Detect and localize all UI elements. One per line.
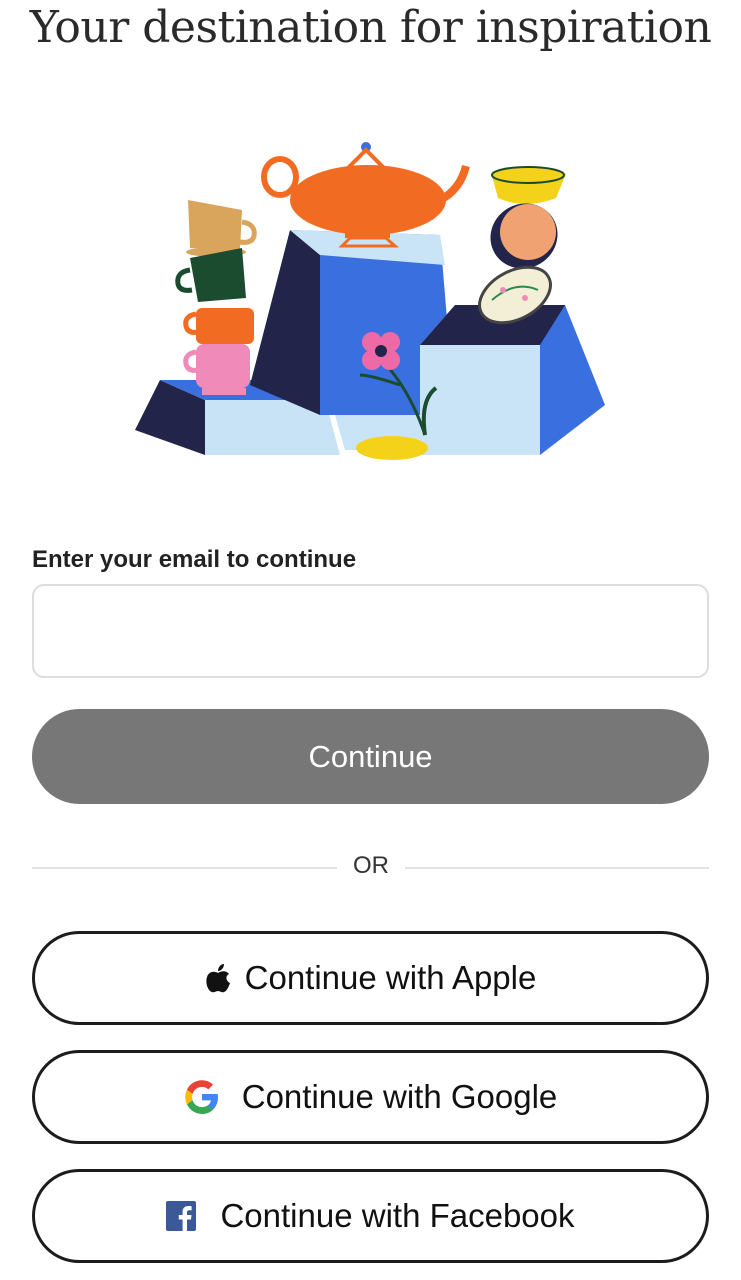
apple-button-label: Continue with Apple	[244, 959, 537, 996]
continue-button[interactable]: Continue	[32, 709, 709, 804]
email-label: Enter your email to continue	[32, 546, 357, 573]
page-title: Your destination for inspiration	[29, 2, 712, 53]
google-button-label: Continue with Google	[241, 1078, 558, 1115]
continue-with-apple-button[interactable]: Continue with Apple	[32, 931, 709, 1025]
divider-line-left	[32, 867, 337, 869]
divider-line-right	[405, 867, 709, 869]
continue-with-facebook-button[interactable]: Continue with Facebook	[32, 1169, 709, 1263]
apple-icon	[205, 963, 231, 993]
google-icon	[184, 1079, 220, 1115]
hero-illustration	[135, 142, 605, 460]
divider-label: OR	[353, 852, 389, 879]
facebook-icon	[166, 1201, 197, 1231]
or-divider: OR	[32, 848, 709, 888]
facebook-button-label: Continue with Facebook	[220, 1197, 575, 1234]
continue-with-google-button[interactable]: Continue with Google	[32, 1050, 709, 1144]
email-input[interactable]	[32, 584, 709, 678]
